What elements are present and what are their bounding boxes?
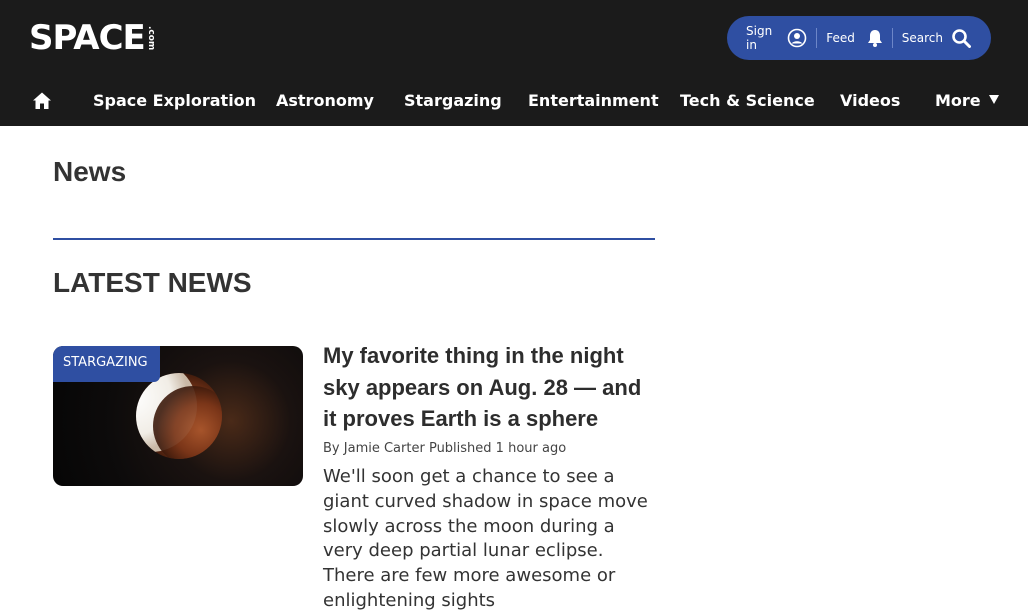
article-thumbnail[interactable]: STARGAZING (53, 346, 303, 486)
byline-prefix: By (323, 441, 340, 456)
utility-divider (816, 28, 818, 48)
logo-wordmark: SPACE (29, 18, 146, 58)
nav-item-stargazing[interactable]: Stargazing (404, 76, 502, 126)
article-title[interactable]: My favorite thing in the night sky appea… (323, 340, 655, 435)
nav-item-videos[interactable]: Videos (840, 76, 900, 126)
page-title: News (53, 156, 127, 187)
bell-icon (867, 29, 883, 47)
nav-item-more[interactable]: More (935, 76, 999, 126)
search-button[interactable]: Search (902, 28, 971, 48)
utility-bar: Sign in Feed Search (727, 16, 991, 60)
nav-item-entertainment[interactable]: Entertainment (528, 76, 659, 126)
article-byline: By Jamie Carter Published 1 hour ago (323, 441, 566, 456)
author-link[interactable]: Jamie Carter (344, 441, 425, 456)
utility-divider (891, 28, 893, 48)
article-excerpt: We'll soon get a chance to see a giant c… (323, 466, 648, 611)
search-icon (951, 28, 971, 48)
main-nav: Space Exploration Astronomy Stargazing E… (0, 76, 1028, 126)
caret-down-icon (988, 95, 999, 104)
nav-item-space-exploration[interactable]: Space Exploration (93, 76, 256, 126)
feed-button[interactable]: Feed (826, 29, 883, 47)
published-time: Published 1 hour ago (428, 441, 567, 456)
section-heading: LATEST NEWS (53, 267, 252, 298)
category-badge[interactable]: STARGAZING (53, 346, 160, 382)
nav-more-label: More (935, 91, 981, 110)
sign-in-label: Sign in (746, 24, 773, 52)
nav-item-tech-science[interactable]: Tech & Science (680, 76, 815, 126)
user-icon (787, 28, 807, 48)
title-divider (53, 238, 655, 240)
logo-domain: .com (145, 25, 156, 51)
home-icon[interactable] (32, 91, 52, 111)
sign-in-button[interactable]: Sign in (746, 24, 807, 52)
feed-label: Feed (826, 31, 855, 45)
search-label: Search (901, 31, 943, 45)
nav-item-astronomy[interactable]: Astronomy (276, 76, 374, 126)
site-logo[interactable]: SPACE .com (29, 18, 156, 58)
site-header: SPACE .com Sign in Feed Search (0, 0, 1028, 76)
